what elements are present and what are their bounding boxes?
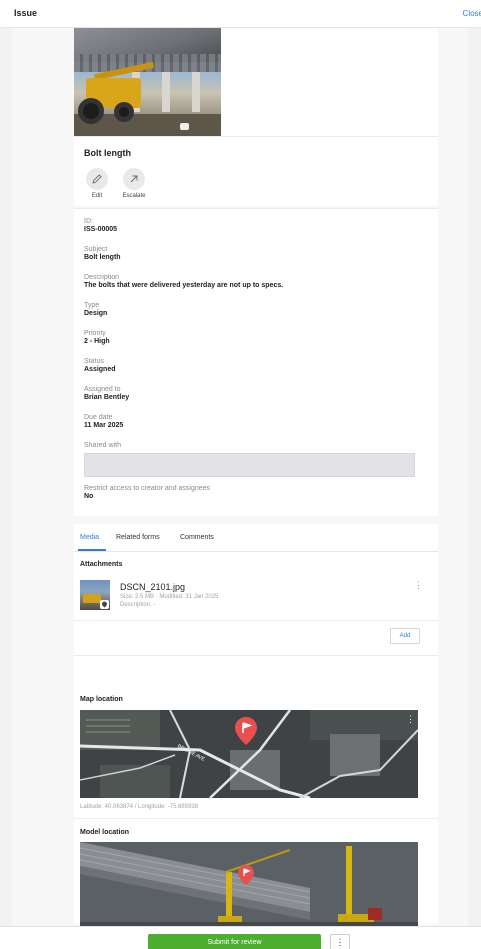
field-subject: Subject Bolt length (84, 246, 424, 261)
tab-comments[interactable]: Comments (180, 534, 214, 541)
issue-photo-panel (74, 28, 438, 136)
photo-camera-icon (180, 123, 189, 130)
map-view[interactable]: BRIDGE AVE ⋮ (80, 710, 418, 798)
field-due-date: Due date 11 Mar 2025 (84, 414, 424, 429)
field-value: Brian Bentley (84, 394, 130, 401)
more-actions-button[interactable]: ⋮ (330, 934, 350, 949)
field-value: Assigned (84, 366, 116, 373)
field-label: Due date (84, 414, 113, 421)
field-shared-with: Shared with (84, 442, 424, 449)
location-pin-icon (100, 600, 109, 609)
field-label: Shared with (84, 442, 121, 449)
bridge-pillar (192, 72, 200, 112)
attachments-title: Attachments (80, 561, 123, 568)
map-coordinates: Latitude: 40.063874 / Longitude: -75.685… (80, 804, 199, 810)
field-label: Description (84, 274, 120, 281)
active-tab-indicator (78, 549, 106, 551)
field-status: Status Assigned (84, 358, 424, 373)
field-restrict-access: Restrict access to creator and assignees… (84, 485, 424, 500)
tab-related-forms[interactable]: Related forms (116, 534, 160, 541)
model-view[interactable] (80, 842, 418, 926)
attachment-description: Description: - (120, 602, 156, 608)
issue-header-card: Bolt length Edit Escalate (74, 136, 438, 206)
field-label: Priority (84, 330, 106, 337)
tab-bar: Media Related forms Comments (74, 524, 438, 552)
tab-media[interactable]: Media (80, 534, 99, 541)
pencil-icon (86, 168, 108, 190)
model-pin-icon[interactable] (237, 864, 255, 888)
field-value: 2 - High (84, 338, 110, 345)
edit-label: Edit (91, 193, 103, 199)
issue-title: Bolt length (84, 148, 131, 158)
field-value: Design (84, 310, 108, 317)
top-bar: Issue Close (0, 0, 481, 28)
media-card: Media Related forms Comments Attachments… (74, 524, 438, 926)
map-location-title: Map location (80, 696, 123, 703)
escalate-arrow-icon (123, 168, 145, 190)
add-attachment-button[interactable]: Add (390, 628, 420, 644)
field-value: The bolts that were delivered yesterday … (84, 282, 284, 289)
loader-wheel (114, 102, 134, 122)
loader-wheel (78, 98, 104, 124)
escalate-label: Escalate (122, 193, 146, 199)
attachment-name[interactable]: DSCN_2101.jpg (120, 582, 185, 592)
attachment-more-icon[interactable]: ⋮ (414, 581, 423, 590)
map-pin-icon[interactable] (234, 716, 258, 748)
bridge-pillar (162, 72, 170, 112)
field-type: Type Design (84, 302, 424, 317)
field-label: ID: (84, 218, 93, 225)
field-label: Status (84, 358, 104, 365)
field-assigned-to: Assigned to Brian Bentley (84, 386, 424, 401)
issue-photo[interactable] (74, 28, 221, 136)
field-description: Description The bolts that were delivere… (84, 274, 424, 289)
divider (74, 620, 438, 621)
model-location-title: Model location (80, 829, 129, 836)
divider (74, 818, 438, 819)
field-label: Restrict access to creator and assignees (84, 485, 211, 492)
issue-details-card: ID: ISS-00005 Subject Bolt length Descri… (74, 208, 438, 516)
shared-with-field[interactable] (84, 453, 415, 477)
thumbnail-loader (83, 594, 101, 603)
field-priority: Priority 2 - High (84, 330, 424, 345)
field-id: ID: ISS-00005 (84, 218, 424, 233)
field-value: Bolt length (84, 254, 121, 261)
divider (74, 655, 438, 656)
attachment-meta: Size: 2.5 MB · Modified: 31 Jan 2025 (120, 594, 219, 600)
field-label: Subject (84, 246, 108, 253)
map-more-icon[interactable]: ⋮ (406, 715, 415, 724)
close-button[interactable]: Close (463, 9, 481, 18)
page-title: Issue (14, 8, 38, 18)
field-label: Type (84, 302, 100, 309)
issue-scroll-area[interactable]: Bolt length Edit Escalate ID: ISS-00005 … (12, 28, 468, 926)
field-value: ISS-00005 (84, 226, 118, 233)
submit-for-review-button[interactable]: Submit for review (148, 934, 321, 949)
attachment-thumbnail[interactable] (80, 580, 110, 610)
field-value: No (84, 493, 94, 500)
escalate-button[interactable]: Escalate (119, 168, 149, 199)
field-value: 11 Mar 2025 (84, 422, 124, 429)
bottom-action-bar: Submit for review ⋮ (0, 926, 481, 949)
field-label: Assigned to (84, 386, 121, 393)
edit-button[interactable]: Edit (82, 168, 112, 199)
